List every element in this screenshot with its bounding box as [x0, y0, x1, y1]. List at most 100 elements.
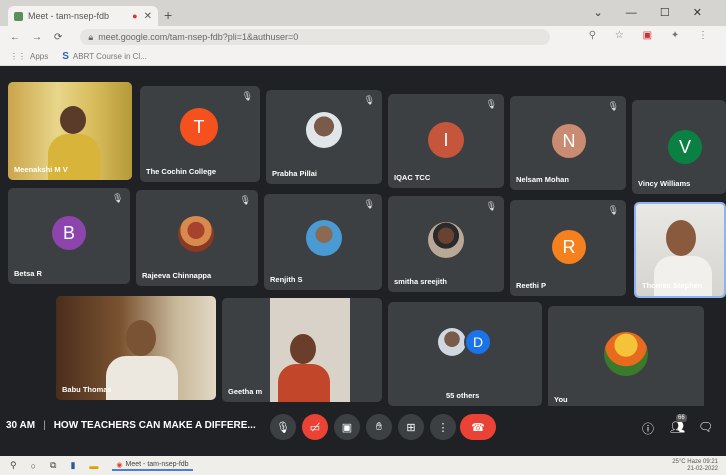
- back-icon[interactable]: ←: [10, 32, 20, 43]
- cortana-icon[interactable]: ○: [31, 461, 36, 471]
- participant-tile[interactable]: 🎙︎ B Betsa R: [8, 188, 130, 284]
- more-options-button[interactable]: ⋮: [430, 414, 456, 440]
- meeting-info: 30 AM | HOW TEACHERS CAN MAKE A DIFFERE...: [6, 420, 256, 431]
- meet-favicon-icon: [14, 11, 23, 21]
- participant-name: Prabha Pillai: [272, 169, 318, 178]
- mic-icon: 🎙︎: [276, 421, 290, 434]
- others-count: 55 others: [446, 391, 480, 400]
- participant-tile[interactable]: Meenakshi M V: [8, 82, 132, 180]
- participant-tile[interactable]: Babu Thomas: [56, 296, 216, 400]
- browser-tab[interactable]: Meet - tam-nsep-fdb ● ✕: [8, 6, 158, 26]
- browser-tab-bar: Meet - tam-nsep-fdb ● ✕ + ⌄ — ☐ ✕: [0, 0, 726, 26]
- person-body: [654, 256, 712, 296]
- participant-avatar: V: [668, 130, 702, 164]
- bookmark-apps[interactable]: ⋮⋮ Apps: [10, 52, 48, 61]
- apps-grid-icon: ⋮⋮: [10, 52, 26, 61]
- url-input[interactable]: 🔒︎ meet.google.com/tam-nsep-fdb?pli=1&au…: [80, 29, 551, 45]
- end-call-icon: ☎: [471, 421, 485, 434]
- participant-name: smitha sreejith: [394, 277, 447, 286]
- forward-icon[interactable]: →: [32, 32, 42, 43]
- participant-photo: [428, 222, 464, 258]
- participant-tile[interactable]: 🎙︎ Prabha Pillai: [266, 90, 382, 184]
- participant-tile[interactable]: Geetha m: [222, 298, 382, 402]
- close-tab-icon[interactable]: ✕: [144, 11, 152, 22]
- mic-muted-icon: 🎙︎: [239, 195, 251, 205]
- word-icon[interactable]: ▮: [70, 460, 75, 471]
- participant-tile[interactable]: 🎙︎ N Nelsam Mohan: [510, 96, 626, 190]
- self-photo: [604, 332, 648, 376]
- participant-name: IQAC TCC: [394, 173, 431, 182]
- participant-tile[interactable]: 🎙︎ I IQAC TCC: [388, 94, 504, 188]
- participant-tile[interactable]: 🎙︎ Renjith S: [264, 194, 382, 290]
- people-icon: 👥︎: [670, 420, 686, 434]
- mic-button[interactable]: 🎙︎: [270, 414, 296, 440]
- participant-tile[interactable]: 🎙︎ R Reethi P: [510, 200, 626, 296]
- participant-photo: [306, 220, 342, 256]
- search-icon[interactable]: ⚲: [10, 460, 17, 471]
- meet-control-bar: 30 AM | HOW TEACHERS CAN MAKE A DIFFERE...…: [0, 406, 726, 452]
- participant-avatar: T: [180, 108, 218, 146]
- captions-button[interactable]: ▣: [334, 414, 360, 440]
- mic-muted-icon: 🎙︎: [363, 95, 375, 105]
- task-view-icon[interactable]: ⧉: [50, 460, 56, 471]
- bookmark-abrt[interactable]: S ABRT Course in Cl...: [62, 51, 147, 62]
- participant-avatar: D: [464, 328, 492, 356]
- address-bar-row: ← → ⟳ 🔒︎ meet.google.com/tam-nsep-fdb?pl…: [0, 26, 726, 48]
- participant-tile[interactable]: 🎙︎ T The Cochin College: [140, 86, 260, 182]
- person-head: [60, 106, 86, 134]
- reload-icon[interactable]: ⟳: [54, 32, 62, 43]
- file-explorer-icon[interactable]: ▬: [89, 461, 98, 471]
- participant-tile[interactable]: 🎙︎ smitha sreejith: [388, 196, 504, 292]
- participant-tile[interactable]: 🎙︎ Rajeeva Chinnappa: [136, 190, 258, 286]
- mic-muted-icon: 🎙︎: [607, 205, 619, 215]
- clock-date: 21-02-2022: [687, 466, 718, 472]
- recording-dot-icon: ●: [132, 11, 138, 21]
- chat-icon: 🗨︎: [698, 420, 714, 434]
- participant-name: Reethi P: [516, 281, 547, 290]
- camera-button[interactable]: ▭̸: [302, 414, 328, 440]
- chat-button[interactable]: 🗨︎: [698, 420, 713, 434]
- tab-title: Meet - tam-nsep-fdb: [28, 11, 110, 21]
- participant-tile[interactable]: V Vincy Williams: [632, 100, 726, 194]
- person-body: [278, 364, 330, 402]
- participant-name: You: [554, 395, 568, 404]
- browser-extension-icons[interactable]: ⚲ ☆ ▣ ✦ ⋮: [589, 30, 716, 41]
- s-logo-icon: S: [62, 51, 69, 62]
- meet-stage: Meenakshi M V 🎙︎ T The Cochin College 🎙︎…: [0, 66, 726, 456]
- more-vert-icon: ⋮: [437, 421, 449, 434]
- self-tile[interactable]: You: [548, 306, 704, 410]
- participant-avatar: R: [552, 230, 586, 264]
- participant-name: Rajeeva Chinnappa: [142, 271, 212, 280]
- mic-muted-icon: 🎙︎: [607, 101, 619, 111]
- participant-name: Thomas Stephen: [642, 281, 703, 290]
- participant-name: Vincy Williams: [638, 179, 691, 188]
- chrome-icon: ◉: [116, 461, 123, 469]
- captions-icon: ▣: [341, 421, 353, 434]
- person-head: [666, 220, 696, 256]
- camera-off-icon: ▭̸: [309, 421, 321, 434]
- people-count-badge: 66: [676, 414, 687, 422]
- meeting-title: HOW TEACHERS CAN MAKE A DIFFERE...: [53, 420, 256, 431]
- mic-muted-icon: 🎙︎: [485, 99, 497, 109]
- participant-tile-speaking[interactable]: Thomas Stephen: [634, 202, 726, 298]
- info-button[interactable]: ⓘ: [642, 420, 654, 437]
- mic-muted-icon: 🎙︎: [363, 199, 375, 209]
- taskbar-chrome-app[interactable]: ◉ Meet - tam-nsep-fdb: [112, 461, 193, 471]
- participants-group-tile[interactable]: D 55 others: [388, 302, 542, 406]
- participant-name: The Cochin College: [146, 167, 217, 176]
- info-icon: ⓘ: [642, 422, 655, 436]
- bookmarks-bar: ⋮⋮ Apps S ABRT Course in Cl...: [0, 48, 726, 66]
- participant-name: Babu Thomas: [62, 385, 112, 394]
- new-tab-button[interactable]: +: [164, 7, 172, 23]
- person-head: [290, 334, 316, 364]
- participant-avatar: I: [428, 122, 464, 158]
- end-call-button[interactable]: ☎: [460, 414, 496, 440]
- meeting-time: 30 AM: [6, 420, 36, 431]
- participant-name: Betsa R: [14, 269, 42, 278]
- present-button[interactable]: ⊞: [398, 414, 424, 440]
- participant-photo: [438, 328, 466, 356]
- people-button[interactable]: 66 👥︎: [670, 414, 687, 434]
- raise-hand-button[interactable]: ✋︎: [366, 414, 392, 440]
- window-controls[interactable]: ⌄ — ☐ ✕: [594, 6, 712, 19]
- participant-photo: [306, 112, 342, 148]
